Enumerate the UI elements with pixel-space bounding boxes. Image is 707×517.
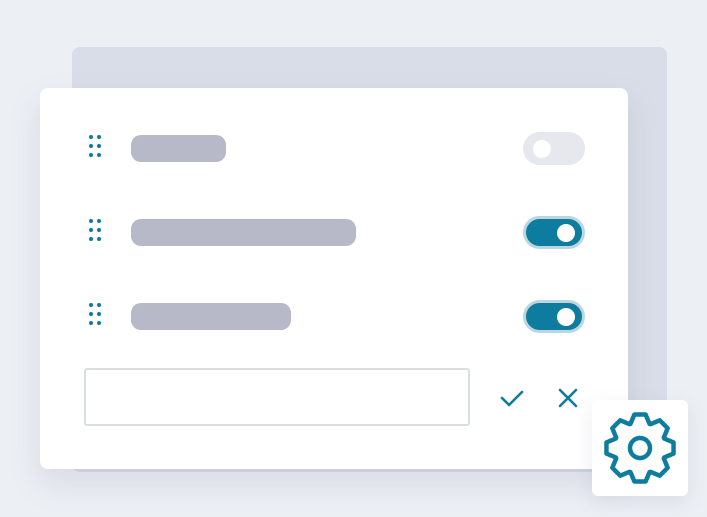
gear-icon bbox=[604, 412, 676, 484]
row-label-placeholder bbox=[131, 219, 356, 246]
row-toggle[interactable] bbox=[523, 132, 585, 165]
confirm-button[interactable] bbox=[498, 384, 526, 412]
row-toggle[interactable] bbox=[523, 216, 585, 249]
settings-card bbox=[40, 88, 628, 469]
checkmark-icon bbox=[500, 390, 524, 407]
settings-row bbox=[40, 216, 628, 252]
row-label-placeholder bbox=[131, 303, 291, 330]
drag-handle-icon[interactable] bbox=[88, 132, 102, 164]
new-item-input[interactable] bbox=[84, 368, 470, 426]
toggle-knob bbox=[557, 223, 575, 242]
toggle-knob bbox=[557, 307, 575, 326]
settings-row bbox=[40, 300, 628, 336]
drag-handle-icon[interactable] bbox=[88, 300, 102, 332]
toggle-knob bbox=[533, 139, 551, 158]
row-toggle[interactable] bbox=[523, 300, 585, 333]
drag-handle-icon[interactable] bbox=[88, 216, 102, 248]
settings-button[interactable] bbox=[592, 400, 688, 496]
cancel-button[interactable] bbox=[554, 384, 582, 412]
close-icon bbox=[558, 388, 578, 408]
settings-row bbox=[40, 132, 628, 168]
row-label-placeholder bbox=[131, 135, 226, 162]
